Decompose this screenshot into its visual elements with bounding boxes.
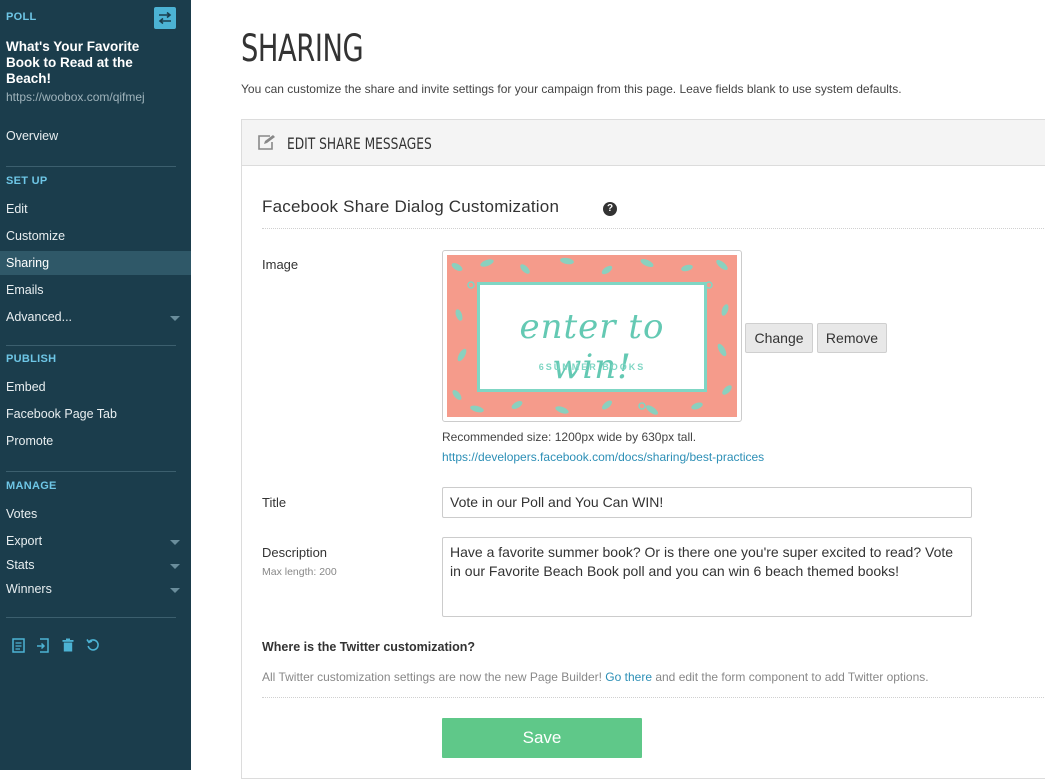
campaign-title: What's Your Favorite Book to Read at the…: [6, 39, 140, 86]
sidebar-item-export[interactable]: Export: [0, 529, 191, 553]
sidebar-item-label: Export: [6, 534, 43, 548]
description-textarea[interactable]: Have a favorite summer book? Or is there…: [442, 537, 972, 617]
remove-image-button[interactable]: Remove: [817, 323, 887, 353]
manage-heading: MANAGE: [6, 480, 57, 492]
sidebar-divider: [6, 617, 176, 618]
save-button[interactable]: Save: [442, 718, 642, 758]
sidebar-divider: [6, 166, 176, 167]
share-image-preview: enter to win! 6SUMMER BOOKS: [442, 250, 742, 422]
image-headline: enter to win!: [519, 307, 665, 387]
setup-heading: SET UP: [6, 175, 48, 187]
campaign-url[interactable]: https://woobox.com/qifmej: [6, 90, 145, 104]
twitter-question: Where is the Twitter customization?: [262, 640, 475, 654]
main-content: SHARING You can customize the share and …: [191, 0, 1045, 779]
import-icon[interactable]: [35, 637, 51, 653]
help-icon[interactable]: ?: [603, 202, 617, 216]
reset-icon[interactable]: [85, 637, 101, 653]
image-subtext: 6SUMMER BOOKS: [538, 362, 646, 372]
best-practices-link[interactable]: https://developers.facebook.com/docs/sha…: [442, 450, 764, 464]
section-divider: [262, 697, 1045, 698]
caret-down-icon: [170, 564, 180, 569]
panel-title: EDIT SHARE MESSAGES: [287, 134, 432, 153]
edit-icon: [257, 134, 277, 155]
twitter-info-text-end: and edit the form component to add Twitt…: [652, 670, 929, 684]
caret-down-icon: [170, 540, 180, 545]
description-max-length: Max length: 200: [262, 566, 337, 578]
trash-icon[interactable]: [60, 637, 76, 653]
description-label: Description: [262, 545, 328, 560]
section-divider: [262, 228, 1045, 229]
sidebar-item-advanced[interactable]: Advanced...: [0, 305, 191, 329]
sidebar-item-facebook-page-tab[interactable]: Facebook Page Tab: [0, 402, 191, 426]
sidebar-item-votes[interactable]: Votes: [0, 502, 191, 526]
section-title: Facebook Share Dialog Customization: [262, 197, 560, 216]
sidebar-item-sharing[interactable]: Sharing: [0, 251, 191, 275]
sidebar-item-customize[interactable]: Customize: [0, 224, 191, 248]
sidebar-divider: [6, 471, 176, 472]
twitter-info-text: All Twitter customization settings are n…: [262, 670, 606, 684]
sidebar-item-edit[interactable]: Edit: [0, 197, 191, 221]
caret-down-icon: [170, 316, 180, 321]
publish-heading: PUBLISH: [6, 353, 57, 365]
image-label: Image: [262, 257, 299, 272]
sidebar-item-label: Stats: [6, 558, 35, 572]
change-image-button[interactable]: Change: [745, 323, 813, 353]
panel-header: EDIT SHARE MESSAGES: [242, 120, 1045, 166]
best-practices-link-row: https://developers.facebook.com/docs/sha…: [442, 450, 764, 464]
go-there-link[interactable]: Go there: [605, 670, 652, 684]
caret-down-icon: [170, 588, 180, 593]
share-messages-panel: EDIT SHARE MESSAGES Facebook Share Dialo…: [241, 119, 1045, 779]
twitter-info: All Twitter customization settings are n…: [262, 670, 929, 684]
title-input[interactable]: Vote in our Poll and You Can WIN!: [442, 487, 972, 518]
sidebar-item-label: Winners: [6, 582, 52, 596]
sidebar-item-winners[interactable]: Winners: [0, 577, 191, 601]
sidebar-toolbar: [10, 637, 101, 653]
page-description: You can customize the share and invite s…: [241, 82, 902, 96]
sidebar-divider: [6, 345, 176, 346]
recommended-size-text: Recommended size: 1200px wide by 630px t…: [442, 430, 697, 444]
sidebar-item-stats[interactable]: Stats: [0, 553, 191, 577]
page-title: SHARING: [241, 27, 364, 70]
sidebar-item-embed[interactable]: Embed: [0, 375, 191, 399]
sidebar-item-label: Advanced...: [6, 310, 73, 324]
sidebar-item-emails[interactable]: Emails: [0, 278, 191, 302]
share-image: enter to win! 6SUMMER BOOKS: [447, 255, 737, 417]
campaign-type-label: POLL: [6, 11, 37, 23]
image-text-box: enter to win! 6SUMMER BOOKS: [477, 282, 707, 392]
page-icon[interactable]: [10, 637, 26, 653]
title-label: Title: [262, 495, 287, 510]
sidebar-item-promote[interactable]: Promote: [0, 429, 191, 453]
sidebar-item-overview[interactable]: Overview: [0, 124, 191, 148]
sidebar: POLL What's Your Favorite Book to Read a…: [0, 0, 191, 770]
swap-icon: [158, 12, 172, 24]
switch-campaign-button[interactable]: [154, 7, 176, 29]
